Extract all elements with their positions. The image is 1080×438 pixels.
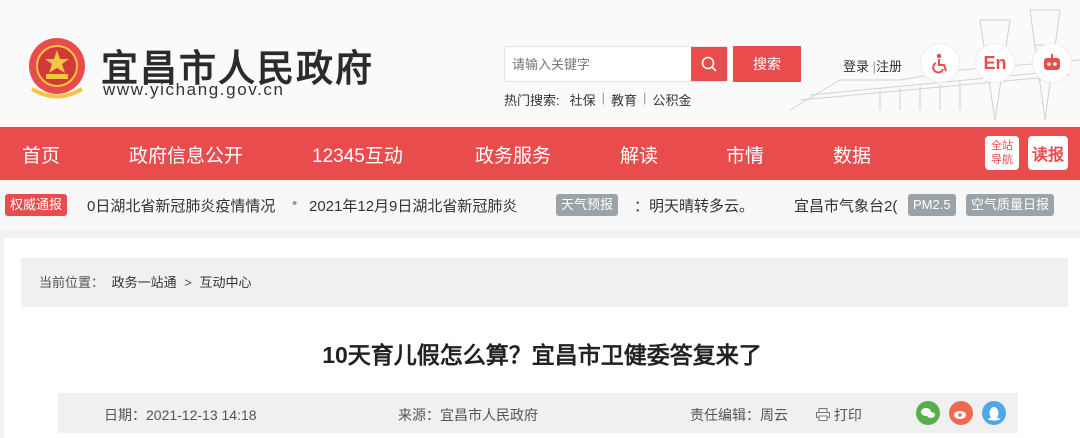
source-label: 来源： xyxy=(398,407,440,423)
weather-badge: 天气预报 xyxy=(556,194,619,216)
news-ticker: 权威通报 0日湖北省新冠肺炎疫情情况 • 2021年12月9日湖北省新冠肺炎 天… xyxy=(0,180,1080,230)
nav-item-home[interactable]: 首页 xyxy=(22,141,60,168)
breadcrumb-label: 当前位置： xyxy=(39,275,105,290)
wechat-share-icon[interactable] xyxy=(916,401,940,425)
site-nav-button[interactable]: 全站 导航 xyxy=(985,136,1019,170)
divider: | xyxy=(643,90,647,105)
hot-search-item[interactable]: 教育 xyxy=(611,90,637,109)
hot-search-label: 热门搜索: xyxy=(504,93,560,108)
search-icon-button[interactable] xyxy=(691,47,727,81)
print-label: 打印 xyxy=(833,407,862,423)
search-icon xyxy=(701,56,717,72)
editor: 责任编辑：周云 xyxy=(690,405,788,425)
weather-text: ：明天晴转多云。 xyxy=(634,198,755,215)
bullet: • xyxy=(292,195,298,212)
print-button[interactable]: 打印 xyxy=(816,405,862,425)
breadcrumb: 当前位置： 政务一站通 > 互动中心 xyxy=(21,258,1068,307)
date-value: 2021-12-13 14:18 xyxy=(146,407,257,423)
nav-item-gov-info[interactable]: 政府信息公开 xyxy=(129,141,243,168)
national-emblem-icon xyxy=(29,38,85,99)
article-title: 10天育儿假怎么算？宜昌市卫健委答复来了 xyxy=(322,342,762,368)
site-nav-label-line1: 全站 xyxy=(991,140,1013,152)
weibo-share-icon[interactable] xyxy=(949,401,973,425)
register-link[interactable]: 注册 xyxy=(876,59,902,74)
main-nav: 首页 政府信息公开 12345互动 政务服务 解读 市情 数据 全站 导航 读报 xyxy=(0,127,1080,180)
source: 来源：宜昌市人民政府 xyxy=(398,405,538,425)
editor-label: 责任编辑： xyxy=(690,407,760,423)
search-box xyxy=(504,46,728,82)
ticker-news-item[interactable]: 0日湖北省新冠肺炎疫情情况 xyxy=(87,195,275,216)
breadcrumb-link[interactable]: 政务一站通 xyxy=(112,275,177,290)
search-button[interactable]: 搜索 xyxy=(733,46,801,82)
robot-icon xyxy=(1044,54,1060,70)
accessibility-button[interactable] xyxy=(920,43,960,83)
printer-icon xyxy=(816,408,830,421)
site-header: 宜昌市人民政府 www.yichang.gov.cn 搜索 热门搜索: 社保 |… xyxy=(0,0,1080,127)
ticker-news-item[interactable]: 2021年12月9日湖北省新冠肺炎 xyxy=(309,195,527,216)
nav-item-interpret[interactable]: 解读 xyxy=(620,141,658,168)
article-card: 当前位置： 政务一站通 > 互动中心 10天育儿假怎么算？宜昌市卫健委答复来了 … xyxy=(4,238,1080,438)
qq-share-icon[interactable] xyxy=(982,401,1006,425)
breadcrumb-separator: > xyxy=(184,275,192,290)
site-url[interactable]: www.yichang.gov.cn xyxy=(103,80,285,100)
pm25-badge[interactable]: PM2.5 xyxy=(908,194,956,216)
divider: | xyxy=(601,90,606,105)
date-label: 日期： xyxy=(104,407,146,423)
publish-date: 日期：2021-12-13 14:18 xyxy=(104,405,257,425)
robot-assistant-button[interactable] xyxy=(1032,43,1072,83)
breadcrumb-link[interactable]: 互动中心 xyxy=(200,275,252,290)
nav-item-services[interactable]: 政务服务 xyxy=(475,141,551,168)
weather-source: 宜昌市气象台2( xyxy=(794,198,898,215)
accessibility-icon xyxy=(932,53,947,74)
nav-item-12345[interactable]: 12345互动 xyxy=(312,141,403,168)
article-meta: 日期：2021-12-13 14:18 来源：宜昌市人民政府 责任编辑：周云 打… xyxy=(58,393,1018,433)
read-paper-button[interactable]: 读报 xyxy=(1028,136,1068,170)
nav-item-data[interactable]: 数据 xyxy=(833,141,871,168)
login-link[interactable]: 登录 xyxy=(843,59,869,74)
hot-search-item[interactable]: 公积金 xyxy=(652,90,691,109)
air-quality-badge[interactable]: 空气质量日报 xyxy=(966,194,1055,216)
authority-notice-badge: 权威通报 xyxy=(5,194,68,216)
hot-search: 热门搜索: 社保 | 教育 | 公积金 xyxy=(504,90,691,109)
hot-search-item[interactable]: 社保 xyxy=(570,90,596,109)
site-nav-label-line2: 导航 xyxy=(991,154,1013,166)
editor-value: 周云 xyxy=(760,407,788,423)
english-button[interactable]: En xyxy=(975,43,1015,83)
nav-item-city[interactable]: 市情 xyxy=(726,141,764,168)
source-value: 宜昌市人民政府 xyxy=(440,407,538,423)
login-register: 登录 |注册 xyxy=(843,56,902,75)
search-input[interactable] xyxy=(505,47,691,81)
